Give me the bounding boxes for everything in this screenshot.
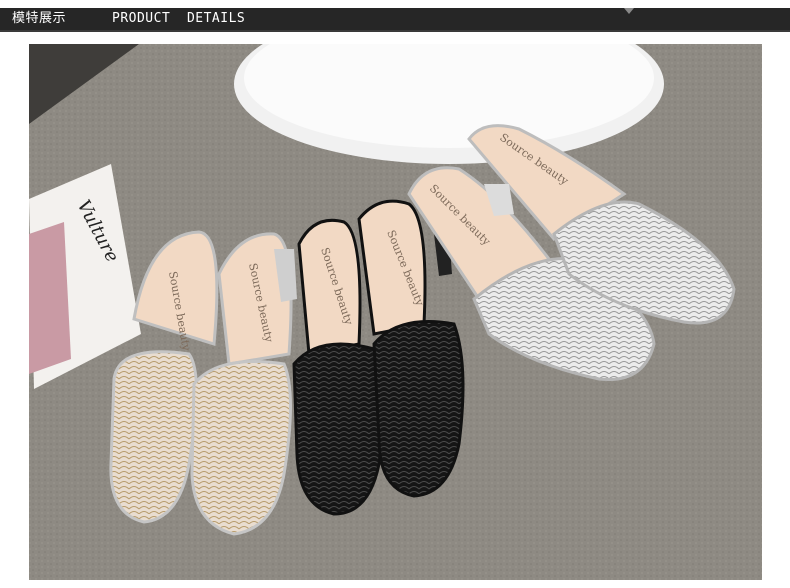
section-subtitle: PRODUCT DETAILS — [112, 11, 246, 26]
section-title: 模特展示 — [12, 11, 67, 26]
section-header-bar: 模特展示 PRODUCT DETAILS — [0, 8, 790, 30]
black-slippers: Source beauty Source beauty — [292, 199, 465, 516]
product-photo-illustration: Vulture Source beauty Source beauty Sour… — [29, 44, 762, 580]
header-pointer-icon — [624, 8, 634, 14]
product-photo: Vulture Source beauty Source beauty Sour… — [29, 44, 762, 580]
header-underline — [0, 30, 790, 32]
